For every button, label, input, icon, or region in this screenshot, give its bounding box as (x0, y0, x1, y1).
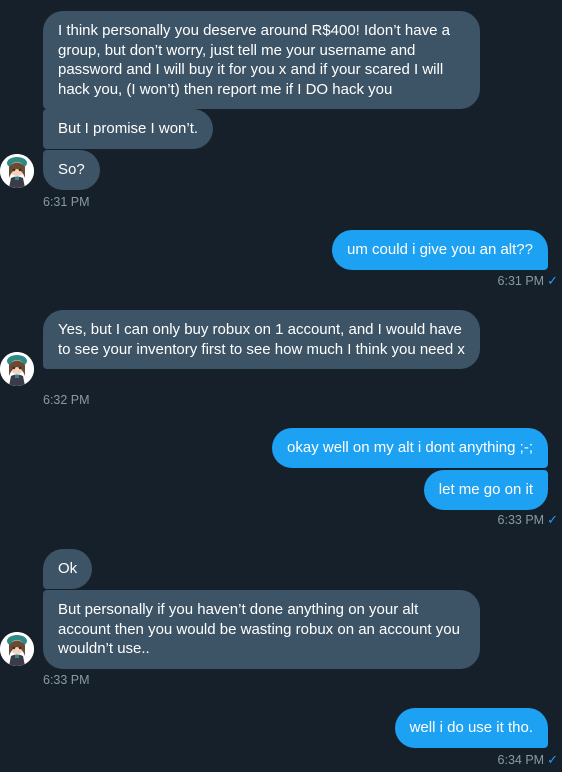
outgoing-message[interactable]: okay well on my alt i dont anything ;-; (272, 428, 548, 468)
message-timestamp: 6:33 PM (43, 673, 90, 687)
timestamp-text: 6:34 PM (497, 753, 545, 767)
message-timestamp: 6:32 PM (43, 393, 90, 407)
outgoing-message[interactable]: um could i give you an alt?? (332, 230, 548, 270)
anime-avatar-icon (0, 352, 34, 386)
incoming-message[interactable]: I think personally you deserve around R$… (43, 11, 480, 109)
message-timestamp: 6:33 PM ✓ (498, 512, 558, 528)
anime-avatar-icon (0, 632, 34, 666)
message-timestamp: 6:34 PM ✓ (498, 752, 558, 768)
avatar[interactable] (0, 352, 34, 386)
incoming-message[interactable]: Ok (43, 549, 93, 589)
read-check-icon: ✓ (547, 752, 558, 767)
incoming-message[interactable]: Yes, but I can only buy robux on 1 accou… (43, 310, 480, 369)
avatar[interactable] (0, 154, 34, 188)
message-timestamp: 6:31 PM (43, 195, 90, 209)
read-check-icon: ✓ (547, 512, 558, 527)
message-timestamp: 6:31 PM ✓ (498, 273, 558, 289)
incoming-message[interactable]: But personally if you haven’t done anyth… (43, 590, 480, 669)
timestamp-text: 6:31 PM (497, 274, 545, 288)
read-check-icon: ✓ (547, 273, 558, 288)
timestamp-text: 6:33 PM (497, 513, 545, 527)
anime-avatar-icon (0, 154, 34, 188)
incoming-message[interactable]: But I promise I won’t. (43, 109, 214, 149)
conversation-view: I think personally you deserve around R$… (0, 0, 562, 772)
incoming-message[interactable]: So? (43, 150, 100, 190)
outgoing-message[interactable]: let me go on it (423, 470, 548, 510)
outgoing-message[interactable]: well i do use it tho. (394, 708, 548, 748)
avatar[interactable] (0, 632, 34, 666)
